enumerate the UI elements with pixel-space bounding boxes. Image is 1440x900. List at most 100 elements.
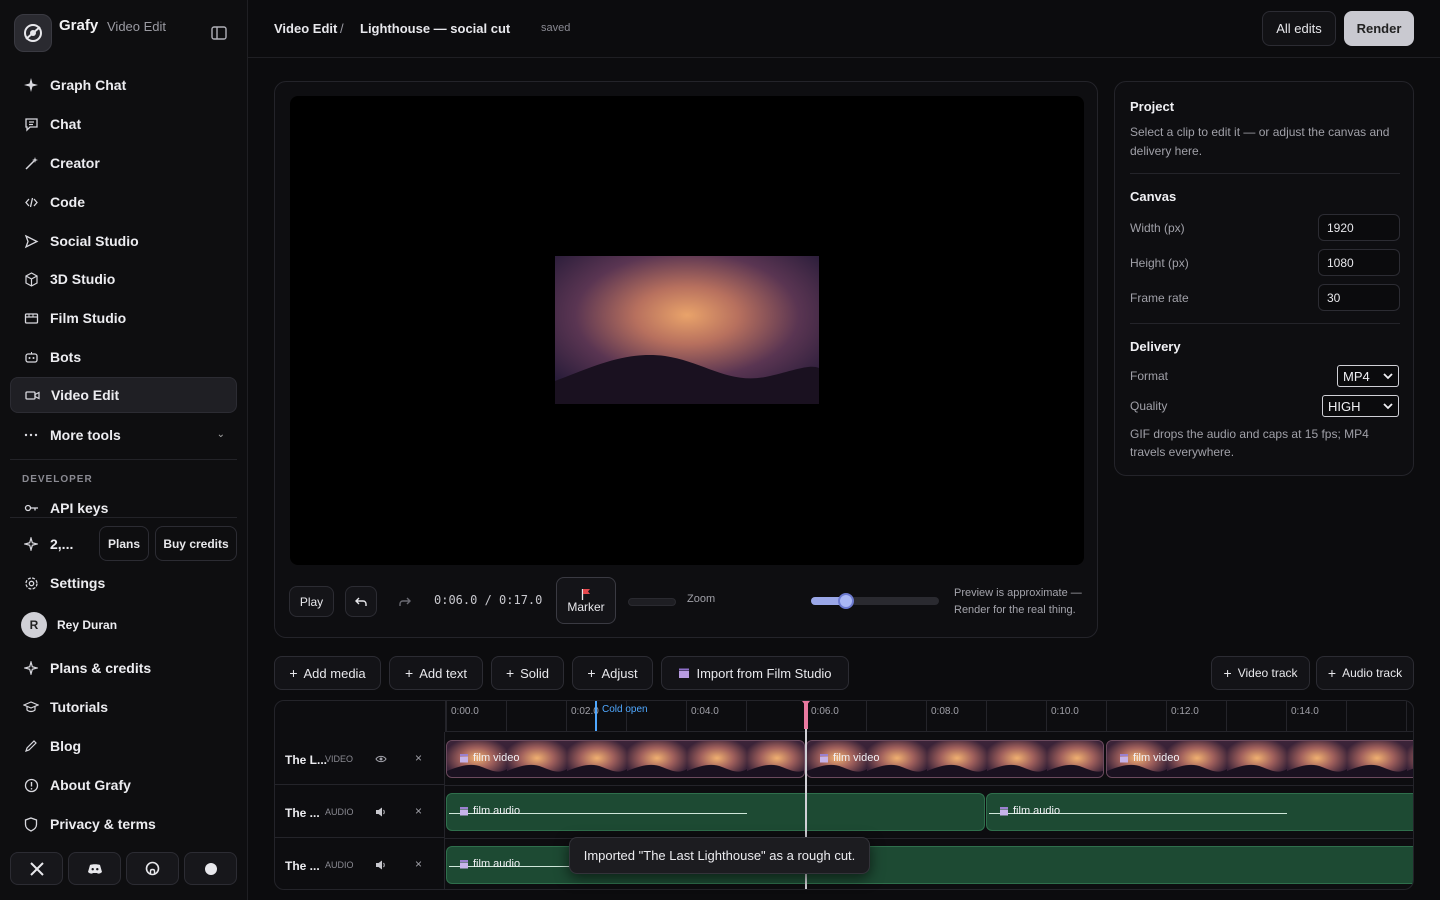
pen-icon bbox=[22, 737, 40, 755]
height-label: Height (px) bbox=[1130, 256, 1189, 270]
track-type: AUDIO bbox=[325, 860, 354, 870]
marker-button[interactable]: Marker bbox=[556, 577, 616, 624]
tick-label: 0:12.0 bbox=[1171, 706, 1199, 717]
import-label: Import from Film Studio bbox=[696, 665, 832, 681]
send-icon bbox=[22, 232, 40, 250]
track-header-audio[interactable]: The ... AUDIO × bbox=[275, 838, 445, 889]
sidebar-item-label: Creator bbox=[50, 155, 100, 171]
clapperboard-icon bbox=[819, 753, 829, 763]
frame-rate-label: Frame rate bbox=[1130, 291, 1189, 305]
clapperboard-icon bbox=[459, 859, 469, 869]
eye-icon[interactable] bbox=[375, 753, 387, 765]
clip-label: film audio bbox=[999, 805, 1060, 817]
x-social-icon[interactable] bbox=[10, 852, 63, 885]
sidebar-toggle-icon[interactable] bbox=[210, 24, 228, 42]
track-name: The ... bbox=[285, 806, 320, 820]
sidebar-item-social-studio[interactable]: Social Studio bbox=[10, 223, 237, 259]
cold-open-marker[interactable] bbox=[595, 701, 597, 731]
render-button[interactable]: Render bbox=[1344, 11, 1414, 46]
speaker-icon[interactable] bbox=[375, 859, 387, 871]
clip-label: film audio bbox=[459, 805, 520, 817]
project-title: Project bbox=[1130, 99, 1175, 114]
sidebar-item-plans-credits[interactable]: Plans & credits bbox=[10, 650, 237, 686]
grafy-logo-icon[interactable] bbox=[14, 14, 52, 52]
track-type: AUDIO bbox=[325, 807, 354, 817]
video-clip[interactable]: film video bbox=[1106, 740, 1413, 778]
frame-rate-input[interactable]: 30 bbox=[1318, 284, 1400, 311]
sidebar-item-code[interactable]: Code bbox=[10, 184, 237, 220]
zoom-slider-thumb[interactable] bbox=[837, 593, 854, 609]
plans-button[interactable]: Plans bbox=[99, 526, 149, 561]
audio-track-button[interactable]: + Audio track bbox=[1316, 656, 1414, 690]
video-clip[interactable]: film video bbox=[446, 740, 805, 778]
track-type: VIDEO bbox=[325, 754, 354, 764]
close-icon[interactable]: × bbox=[415, 751, 422, 765]
github-icon[interactable] bbox=[126, 852, 179, 885]
delivery-heading: Delivery bbox=[1130, 339, 1181, 354]
sidebar-item-3d-studio[interactable]: 3D Studio bbox=[10, 261, 237, 297]
zoom-toggle[interactable] bbox=[628, 598, 676, 606]
sidebar-item-bots[interactable]: Bots bbox=[10, 339, 237, 375]
wand-icon bbox=[22, 154, 40, 172]
sidebar-item-settings[interactable]: Settings bbox=[10, 565, 237, 601]
page-title[interactable]: Lighthouse — social cut bbox=[360, 21, 510, 36]
audio-clip[interactable]: film audio bbox=[446, 793, 985, 831]
sidebar-item-graph-chat[interactable]: Graph Chat bbox=[10, 67, 237, 103]
sidebar-item-api-keys[interactable]: API keys bbox=[10, 490, 237, 526]
add-text-button[interactable]: + Add text bbox=[389, 656, 483, 690]
import-film-studio-button[interactable]: Import from Film Studio bbox=[661, 656, 849, 690]
preview-canvas[interactable] bbox=[290, 96, 1084, 565]
breadcrumb-root[interactable]: Video Edit bbox=[274, 21, 337, 36]
community-icon[interactable] bbox=[184, 852, 237, 885]
height-input[interactable]: 1080 bbox=[1318, 249, 1400, 276]
audio-clip[interactable]: film audio bbox=[986, 793, 1413, 831]
add-text-label: Add text bbox=[419, 665, 467, 681]
user-profile[interactable]: R Rey Duran bbox=[10, 607, 237, 643]
sidebar-item-tutorials[interactable]: Tutorials bbox=[10, 689, 237, 725]
format-select[interactable]: MP4 bbox=[1337, 365, 1399, 387]
adjust-button[interactable]: + Adjust bbox=[572, 656, 653, 690]
track-header-video[interactable]: The L... VIDEO × bbox=[275, 732, 445, 785]
sidebar-item-label: More tools bbox=[50, 427, 121, 443]
tick-label: 0:14.0 bbox=[1291, 706, 1319, 717]
sidebar-item-label: Chat bbox=[50, 116, 82, 132]
marker-label: Cold open bbox=[602, 704, 648, 715]
sidebar-item-more-tools[interactable]: More tools ⌄ bbox=[10, 417, 237, 453]
close-icon[interactable]: × bbox=[415, 804, 422, 818]
preview-note: Preview is approximate — Render for the … bbox=[954, 587, 1082, 616]
sidebar-item-privacy[interactable]: Privacy & terms bbox=[10, 806, 237, 842]
sidebar-item-label: Social Studio bbox=[50, 233, 139, 249]
discord-icon[interactable] bbox=[68, 852, 121, 885]
sidebar-item-about[interactable]: About Grafy bbox=[10, 767, 237, 803]
time-ruler[interactable]: 0:00.0 0:02.0 0:04.0 0:06.0 0:08.0 0:10.… bbox=[445, 701, 1413, 732]
gear-icon bbox=[22, 574, 40, 592]
redo-button[interactable] bbox=[389, 586, 421, 617]
speaker-icon[interactable] bbox=[375, 806, 387, 818]
sidebar-item-film-studio[interactable]: Film Studio bbox=[10, 300, 237, 336]
code-icon bbox=[22, 193, 40, 211]
solid-button[interactable]: + Solid bbox=[491, 656, 564, 690]
track-header-audio[interactable]: The ... AUDIO × bbox=[275, 785, 445, 838]
sidebar-item-video-edit[interactable]: Video Edit bbox=[10, 377, 237, 413]
width-label: Width (px) bbox=[1130, 221, 1185, 235]
add-media-button[interactable]: + Add media bbox=[274, 656, 381, 690]
video-track-button[interactable]: + Video track bbox=[1211, 656, 1310, 690]
brand-name: Grafy bbox=[59, 17, 99, 34]
sidebar-item-creator[interactable]: Creator bbox=[10, 145, 237, 181]
play-button[interactable]: Play bbox=[289, 586, 334, 617]
sidebar-item-blog[interactable]: Blog bbox=[10, 728, 237, 764]
video-clip[interactable]: film video bbox=[806, 740, 1104, 778]
close-icon[interactable]: × bbox=[415, 857, 422, 871]
all-edits-button[interactable]: All edits bbox=[1262, 11, 1336, 46]
sidebar-item-chat[interactable]: Chat bbox=[10, 106, 237, 142]
brand-subtitle: Video Edit bbox=[107, 19, 167, 34]
undo-icon bbox=[355, 596, 367, 608]
width-input[interactable]: 1920 bbox=[1318, 214, 1400, 241]
credits-balance[interactable]: 2,... bbox=[10, 526, 100, 562]
solid-label: Solid bbox=[520, 665, 550, 681]
buy-credits-button[interactable]: Buy credits bbox=[155, 526, 237, 561]
quality-select[interactable]: HIGH bbox=[1322, 395, 1399, 417]
undo-button[interactable] bbox=[345, 586, 377, 617]
zoom-slider[interactable] bbox=[811, 593, 939, 609]
brand: Grafy Video Edit bbox=[14, 14, 234, 54]
